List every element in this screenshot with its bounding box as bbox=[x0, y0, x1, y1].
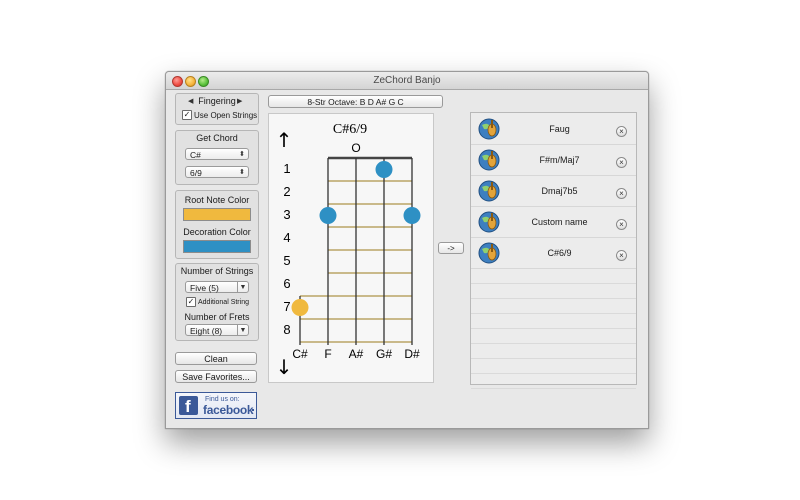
favorite-item[interactable]: Faug × bbox=[471, 113, 636, 145]
additional-string-check[interactable]: ✓ bbox=[186, 297, 196, 307]
favorite-item-name: Dmaj7b5 bbox=[541, 186, 578, 196]
favorite-item[interactable]: Custom name × bbox=[471, 206, 636, 238]
number-of-frets-label: Number of Frets bbox=[184, 312, 250, 322]
string-note-label: G# bbox=[376, 347, 392, 361]
favorite-item-name: Faug bbox=[549, 124, 570, 134]
string-note-label: C# bbox=[292, 347, 308, 361]
get-chord-label: Get Chord bbox=[196, 133, 238, 143]
facebook-dot bbox=[252, 409, 254, 411]
chord-root-select[interactable]: C# ⬍ bbox=[185, 148, 249, 160]
number-of-frets-combo[interactable]: Eight (8) ▼ bbox=[185, 324, 249, 336]
fretboard-diagram[interactable]: C#6/9 O ↑ ↓ 1 2 3 4 5 6 7 8 C# F A# G# D# bbox=[269, 114, 433, 382]
number-of-strings-combo[interactable]: Five (5) ▼ bbox=[185, 281, 249, 293]
remove-favorite-close-icon[interactable]: × bbox=[616, 188, 627, 199]
empty-list-row bbox=[471, 298, 636, 314]
fret-number-label: 3 bbox=[283, 207, 290, 222]
finger-dot[interactable] bbox=[319, 207, 337, 224]
string-note-label: D# bbox=[404, 347, 420, 361]
fret-number-label: 2 bbox=[283, 184, 290, 199]
root-note-color-well[interactable] bbox=[183, 208, 251, 221]
string-note-label: F bbox=[324, 347, 331, 361]
fret-number-label: 6 bbox=[283, 276, 290, 291]
empty-list-row bbox=[471, 358, 636, 374]
use-open-strings-label: Use Open Strings bbox=[194, 110, 258, 120]
fret-number-label: 1 bbox=[283, 161, 290, 176]
fingering-prev-arrow[interactable]: ◀ bbox=[188, 97, 193, 105]
root-note-color-label: Root Note Color bbox=[184, 195, 250, 205]
up-arrow-icon[interactable]: ↑ bbox=[276, 128, 293, 152]
clean-button[interactable]: Clean bbox=[175, 352, 257, 365]
favorite-item[interactable]: F#m/Maj7 × bbox=[471, 144, 636, 176]
empty-list-row bbox=[471, 313, 636, 329]
fret-number-label: 5 bbox=[283, 253, 290, 268]
remove-favorite-close-icon[interactable]: × bbox=[616, 250, 627, 261]
fingering-next-arrow[interactable]: ▶ bbox=[237, 97, 242, 105]
number-of-strings-value: Five (5) bbox=[190, 283, 219, 293]
chevron-updown-icon: ⬍ bbox=[239, 169, 245, 176]
colors-panel: Root Note Color Decoration Color bbox=[175, 190, 259, 259]
banjo-globe-icon bbox=[478, 242, 500, 264]
favorite-item-name: Custom name bbox=[531, 217, 588, 227]
favorite-item[interactable]: C#6/9 × bbox=[471, 237, 636, 269]
empty-list-row bbox=[471, 328, 636, 344]
title-bar: ZeChord Banjo bbox=[166, 72, 648, 90]
facebook-find-text: Find us on: bbox=[205, 396, 240, 403]
use-open-strings-check[interactable]: ✓ bbox=[182, 110, 192, 120]
remove-favorite-close-icon[interactable]: × bbox=[616, 157, 627, 168]
number-of-frets-value: Eight (8) bbox=[190, 326, 223, 336]
number-of-strings-label: Number of Strings bbox=[180, 266, 254, 276]
chevron-down-icon[interactable]: ▼ bbox=[237, 325, 248, 335]
banjo-globe-icon bbox=[478, 149, 500, 171]
facebook-wordmark: facebook bbox=[203, 403, 254, 417]
decoration-color-label: Decoration Color bbox=[183, 227, 251, 237]
fretboard-view[interactable]: C#6/9 O ↑ ↓ 1 2 3 4 5 6 7 8 C# F A# G# D# bbox=[268, 113, 434, 383]
banjo-globe-icon bbox=[478, 118, 500, 140]
strings-panel: Number of Strings Five (5) ▼ ✓ Additiona… bbox=[175, 263, 259, 341]
empty-list-row bbox=[471, 283, 636, 299]
down-arrow-icon[interactable]: ↓ bbox=[276, 355, 293, 379]
fingering-label: Fingering bbox=[198, 96, 236, 106]
window-title: ZeChord Banjo bbox=[373, 75, 441, 86]
banjo-globe-icon bbox=[478, 180, 500, 202]
finger-dot[interactable] bbox=[403, 207, 421, 224]
save-favorites-button[interactable]: Save Favorites... bbox=[175, 370, 257, 383]
empty-list-row bbox=[471, 268, 636, 284]
empty-list-row bbox=[471, 373, 636, 389]
favorite-item-name: C#6/9 bbox=[547, 248, 572, 258]
banjo-globe-icon bbox=[478, 211, 500, 233]
open-string-marker: O bbox=[351, 141, 360, 155]
transfer-button[interactable]: -> bbox=[438, 242, 464, 254]
get-chord-panel: Get Chord C# ⬍ 6/9 ⬍ bbox=[175, 130, 259, 185]
finger-dot[interactable] bbox=[375, 161, 393, 178]
facebook-logo-letter: f bbox=[185, 397, 191, 416]
root-note-dot[interactable] bbox=[291, 299, 309, 316]
favorite-item-name: F#m/Maj7 bbox=[539, 155, 580, 165]
favorites-list[interactable]: Faug × F#m/Maj7 × Dmaj7b5 × Custom name × C#6/9 × bbox=[470, 112, 637, 389]
decoration-color-well[interactable] bbox=[183, 240, 251, 253]
chevron-updown-icon: ⬍ bbox=[239, 151, 245, 158]
facebook-logo-icon: f bbox=[179, 396, 198, 416]
use-open-strings-checkbox[interactable]: ✓ Use Open Strings bbox=[182, 110, 257, 120]
chord-type-value: 6/9 bbox=[190, 168, 202, 178]
fret-number-label: 4 bbox=[283, 230, 290, 245]
chord-type-select[interactable]: 6/9 ⬍ bbox=[185, 166, 249, 178]
empty-list-row bbox=[471, 343, 636, 359]
fret-number-label: 7 bbox=[283, 299, 290, 314]
additional-string-checkbox[interactable]: ✓ Additional String bbox=[186, 297, 249, 307]
additional-string-label: Additional String bbox=[198, 298, 249, 306]
chevron-down-icon[interactable]: ▼ bbox=[237, 282, 248, 292]
string-note-label: A# bbox=[349, 347, 364, 361]
favorite-item[interactable]: Dmaj7b5 × bbox=[471, 175, 636, 207]
remove-favorite-close-icon[interactable]: × bbox=[616, 126, 627, 137]
fingering-panel: ◀ Fingering ▶ ✓ Use Open Strings bbox=[175, 93, 259, 125]
chord-name: C#6/9 bbox=[333, 122, 367, 137]
fret-number-label: 8 bbox=[283, 322, 290, 337]
remove-favorite-close-icon[interactable]: × bbox=[616, 219, 627, 230]
facebook-badge[interactable]: f Find us on: facebook bbox=[175, 392, 257, 419]
chord-root-value: C# bbox=[190, 150, 201, 160]
tuning-button[interactable]: 8-Str Octave: B D A# G C bbox=[268, 95, 443, 108]
